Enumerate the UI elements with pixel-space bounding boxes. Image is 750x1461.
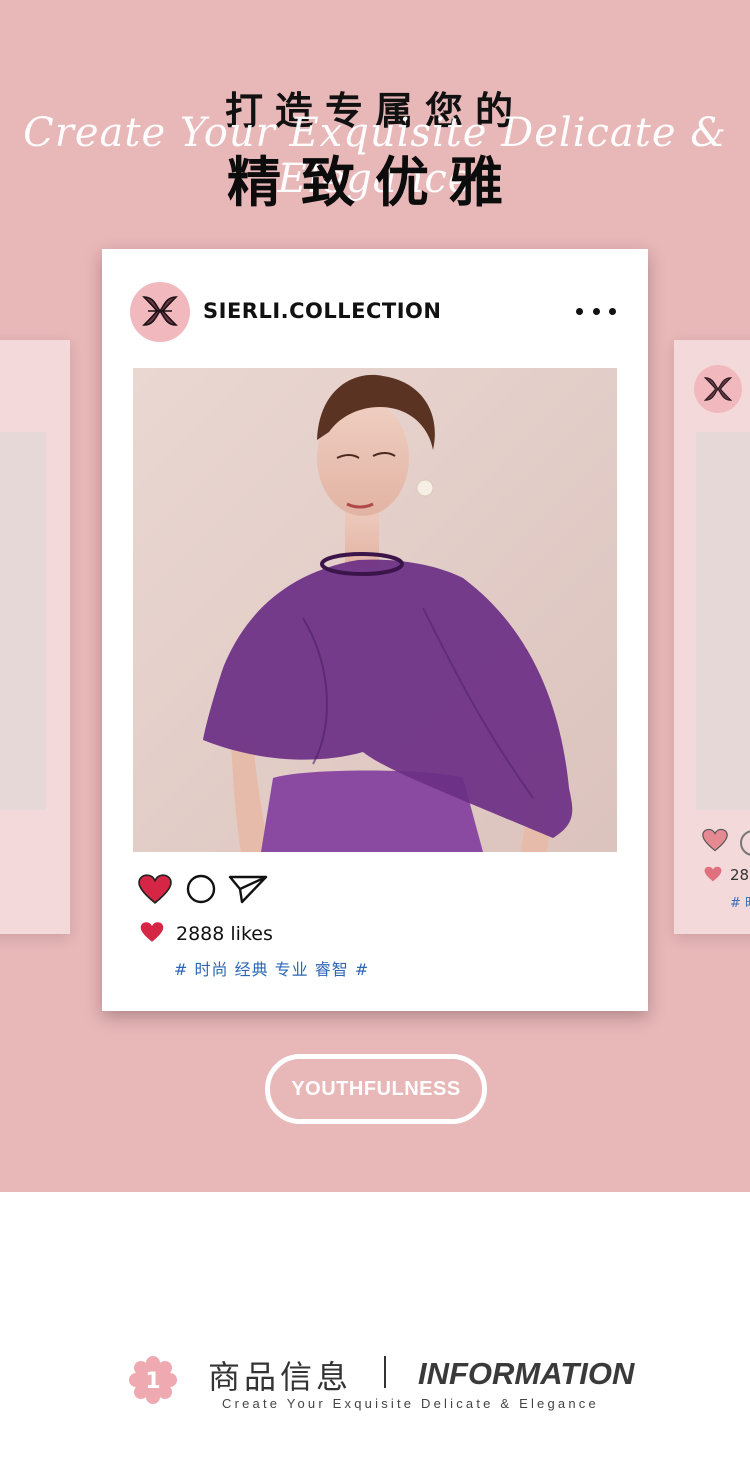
- info-title-en: INFORMATION: [418, 1356, 635, 1391]
- comment-icon[interactable]: [740, 830, 750, 856]
- side-card-left[interactable]: [0, 340, 70, 934]
- youthfulness-button[interactable]: YOUTHFULNESS: [265, 1054, 487, 1124]
- more-dots-icon[interactable]: [576, 303, 616, 319]
- side-card-photo: [0, 432, 46, 810]
- side-avatar: [694, 365, 742, 413]
- post-hashtags[interactable]: # 时尚 经典 专业 睿智 #: [174, 956, 369, 980]
- avatar[interactable]: [130, 282, 190, 342]
- heart-small-icon: [704, 866, 722, 882]
- side-card-photo: [696, 432, 750, 810]
- post-actions: [138, 873, 278, 909]
- post-photo: [133, 368, 617, 852]
- comment-icon[interactable]: [186, 874, 216, 904]
- headline-main: 精致优雅: [227, 151, 523, 214]
- side-likes-count: 288: [730, 866, 750, 884]
- likes-row: 2888 likes: [140, 921, 273, 947]
- hero-section: 打造专属您的 Create Your Exquisite Delicate & …: [0, 0, 750, 1192]
- heart-icon[interactable]: [702, 828, 728, 852]
- info-divider: [384, 1356, 386, 1388]
- send-icon[interactable]: [228, 873, 268, 905]
- heart-small-icon: [140, 922, 164, 942]
- side-card-right[interactable]: 288 # 时: [674, 340, 750, 934]
- info-title-cn: 商品信息: [208, 1358, 353, 1396]
- flower-badge-icon: 1: [129, 1356, 177, 1404]
- likes-count: 2888 likes: [176, 923, 273, 945]
- post-card: SIERLI.COLLECTION 2888 likes # 时尚 经典 专业 …: [102, 249, 648, 1011]
- account-name[interactable]: SIERLI.COLLECTION: [203, 299, 441, 323]
- side-hashtags: # 时: [730, 896, 750, 911]
- badge-number: 1: [145, 1369, 160, 1394]
- info-subtitle: Create Your Exquisite Delicate & Eleganc…: [222, 1396, 599, 1411]
- heart-icon[interactable]: [138, 873, 172, 905]
